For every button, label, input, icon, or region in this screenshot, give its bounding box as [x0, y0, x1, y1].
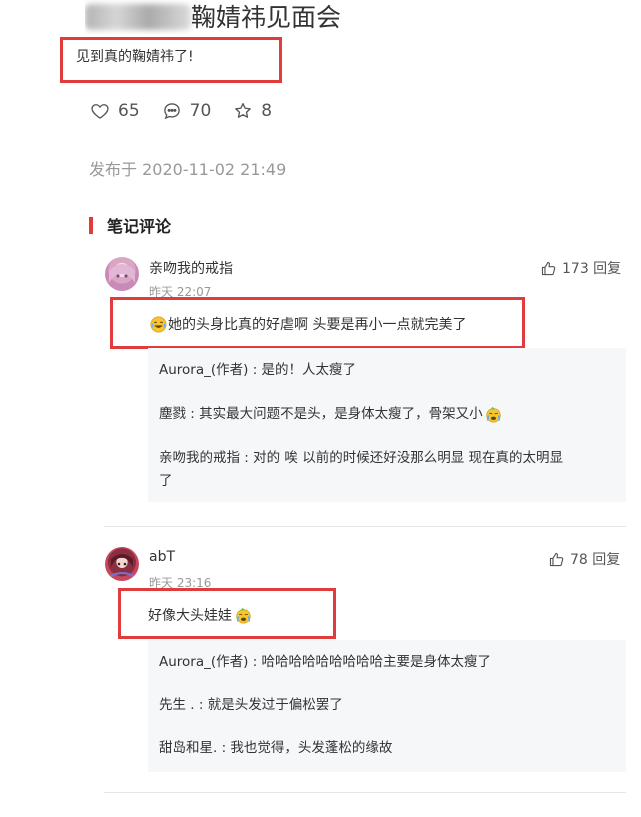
reply-item: Aurora_(作者) : 是的！人太瘦了	[159, 362, 357, 378]
avatar[interactable]	[105, 257, 139, 291]
reply-item: Aurora_(作者) : 哈哈哈哈哈哈哈哈哈主要是身体太瘦了	[159, 654, 492, 670]
reply-text: 塵戮 : 其实最大问题不是头，是身体太瘦了，骨架又小	[159, 406, 483, 422]
comment-count: 70	[189, 101, 212, 121]
comment-body: 她的头身比真的好虐啊 头要是再小一点就完美了	[168, 317, 467, 333]
star-outline-icon	[235, 103, 252, 118]
avatar-illustration	[108, 554, 136, 578]
avatar-illustration	[109, 264, 135, 283]
laughing-face-emoji	[150, 316, 167, 332]
comment-divider	[104, 526, 626, 527]
like-stat[interactable]: 65	[90, 101, 140, 121]
like-count: 65	[118, 101, 140, 121]
reply-item: 亲吻我的戒指 : 对的 唉 以前的时候还好没那么明显 现在真的太明显	[159, 450, 564, 466]
comment-username[interactable]: 亲吻我的戒指	[149, 258, 233, 278]
note-title-text: 鞠婧祎见面会	[191, 3, 342, 32]
note-title: 鞠婧祎见面会	[85, 0, 505, 34]
comment-like-reply[interactable]: 78 回复	[548, 549, 620, 569]
comment-like-count: 173 回复	[562, 261, 622, 277]
crying-face-emoji	[486, 406, 501, 423]
comment-text: 她的头身比真的好虐啊 头要是再小一点就完美了	[150, 314, 466, 334]
thumbs-up-icon	[541, 261, 556, 275]
reply-item: 甜岛和星. : 我也觉得，头发蓬松的缘故	[159, 740, 393, 756]
comment-text: 好像大头娃娃	[148, 605, 253, 625]
comment-like-count: 78 回复	[570, 552, 621, 568]
favorite-stat[interactable]: 8	[233, 101, 272, 121]
comment-username[interactable]: abT	[149, 549, 175, 565]
comment-like-reply[interactable]: 173 回复	[540, 258, 621, 278]
section-accent-bar	[89, 216, 93, 234]
note-stats: 65 70 8	[90, 101, 294, 121]
avatar[interactable]	[105, 547, 139, 581]
blurred-title-prefix	[85, 4, 191, 30]
comments-section-title: 笔记评论	[89, 213, 171, 237]
publish-date: 发布于 2020-11-02 21:49	[89, 160, 287, 179]
reply-item-continued: 了	[159, 473, 173, 489]
chat-bubble-icon	[163, 103, 180, 120]
thumbs-up-icon	[549, 552, 564, 566]
section-title-text: 笔记评论	[107, 217, 172, 236]
crying-face-emoji	[236, 607, 251, 623]
reply-list: Aurora_(作者) : 哈哈哈哈哈哈哈哈哈主要是身体太瘦了 先生 . : 就…	[148, 640, 626, 772]
comment-divider	[104, 792, 626, 793]
favorite-count: 8	[261, 101, 273, 121]
note-description: 见到真的鞠婧祎了!	[76, 49, 194, 65]
comment-stat[interactable]: 70	[162, 101, 212, 121]
reply-item: 塵戮 : 其实最大问题不是头，是身体太瘦了，骨架又小	[159, 403, 503, 426]
reply-item: 先生 . : 就是头发过于偏松罢了	[159, 697, 343, 713]
reply-list: Aurora_(作者) : 是的！人太瘦了 塵戮 : 其实最大问题不是头，是身体…	[148, 348, 626, 502]
comment-body: 好像大头娃娃	[148, 608, 232, 624]
heart-outline-icon	[91, 104, 109, 119]
